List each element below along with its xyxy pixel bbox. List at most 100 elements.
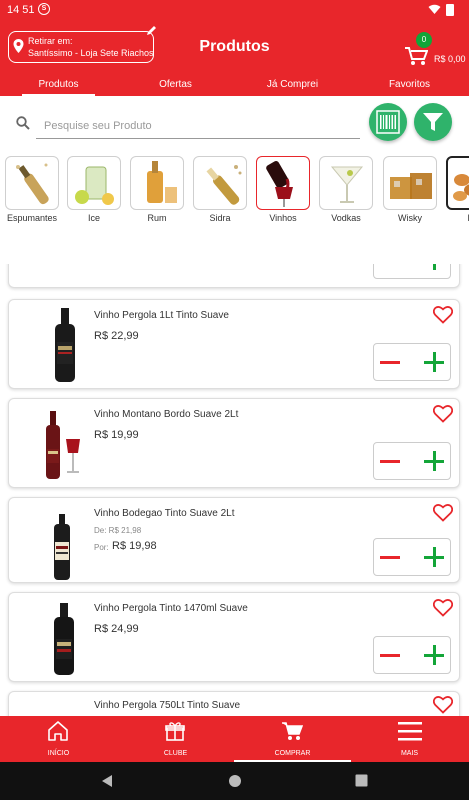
system-nav-bar [0,762,469,800]
tab-produtos[interactable]: Produtos [0,76,117,96]
pickup-location-button[interactable]: Retirar em: Santíssimo - Loja Sete Riach… [8,26,156,63]
product-image [54,603,74,675]
cart-total: R$ 0,00 [434,54,466,64]
status-bar: 14 51 S [0,0,469,20]
product-card[interactable]: Vinho Bodegao Tinto Suave 2Lt De: R$ 21,… [8,497,460,583]
quantity-stepper[interactable] [373,636,451,674]
decrease-button[interactable] [380,556,400,559]
category-image [5,156,59,210]
nav-mais[interactable]: MAIS [351,716,468,762]
category-sidra[interactable]: Sidra [192,156,248,223]
cart-count-badge: 0 [416,32,432,48]
home-icon [48,721,68,741]
category-label: Vodkas [331,213,361,223]
product-list: Vinho Pergola 1Lt Tinto Suave R$ 22,99 V… [0,264,469,716]
decrease-button[interactable] [380,361,400,364]
category-label: Pa [445,213,469,223]
tab-bar: Produtos Ofertas Já Comprei Favoritos [0,76,469,96]
recents-icon[interactable] [355,774,368,787]
quantity-stepper[interactable] [373,442,451,480]
wifi-icon [428,4,441,14]
nav-comprar[interactable]: COMPRAR [234,716,351,762]
quantity-stepper[interactable] [373,538,451,576]
product-image [46,411,80,479]
category-ice[interactable]: Ice [66,156,122,223]
product-now-label: Por: [94,543,109,552]
back-icon[interactable] [101,774,113,788]
tab-favoritos[interactable]: Favoritos [351,76,468,96]
category-image [67,156,121,210]
nav-inicio[interactable]: INÍCIO [0,716,117,762]
favorite-heart-icon[interactable] [433,696,453,714]
category-image [319,156,373,210]
category-rum[interactable]: Rum [129,156,185,223]
category-label: Sidra [209,213,231,223]
category-pa[interactable]: Pa [445,156,469,223]
category-label: Espumantes [6,213,58,223]
increase-button[interactable] [424,352,444,372]
increase-button[interactable] [424,645,444,665]
product-price: R$ 19,98 [112,540,157,552]
nav-label: INÍCIO [47,750,70,757]
product-name: Vinho Pergola Tinto 1470ml Suave [94,603,248,614]
product-image [55,308,75,382]
product-card[interactable]: Vinho Pergola 1Lt Tinto Suave R$ 22,99 [8,299,460,389]
nav-clube[interactable]: CLUBE [117,716,234,762]
favorite-heart-icon[interactable] [433,504,453,522]
product-name: Vinho Pergola 1Lt Tinto Suave [94,310,229,321]
quantity-stepper[interactable] [373,264,451,279]
battery-icon [446,4,454,16]
cart-icon[interactable] [404,46,428,66]
category-carousel: Espumantes Ice Rum Sidra Vinhos Vodkas W… [0,152,469,264]
pickup-label: Retirar em: [28,36,73,46]
product-price: R$ 22,99 [94,330,139,342]
nav-label: MAIS [400,750,419,757]
category-image [193,156,247,210]
increase-button[interactable] [424,451,444,471]
search-row [0,96,469,152]
category-label: Rum [147,213,167,223]
category-image [130,156,184,210]
product-name: Vinho Bodegao Tinto Suave 2Lt [94,508,235,519]
nav-label: COMPRAR [274,750,311,757]
product-image [54,514,70,580]
category-label: Vinhos [269,213,297,223]
status-time: 14 51 [7,4,35,16]
edit-pencil-icon [147,26,156,35]
tab-ofertas[interactable]: Ofertas [117,76,234,96]
search-input[interactable] [36,113,360,139]
filter-button[interactable] [414,103,452,141]
decrease-button[interactable] [380,460,400,463]
pickup-store: Santíssimo - Loja Sete Riachos [28,48,154,58]
product-card[interactable]: Vinho Pergola Tinto 1470ml Suave R$ 24,9… [8,592,460,682]
category-espumantes[interactable]: Espumantes [4,156,60,223]
barcode-scan-button[interactable] [369,103,407,141]
category-label: Ice [87,213,100,223]
decrease-button[interactable] [380,654,400,657]
category-vinhos[interactable]: Vinhos [255,156,311,223]
favorite-heart-icon[interactable] [433,405,453,423]
notification-icon: S [38,3,50,15]
category-image [446,156,469,210]
increase-button[interactable] [424,547,444,567]
search-icon [16,116,30,130]
app-header: Retirar em: Santíssimo - Loja Sete Riach… [0,20,469,76]
category-vodkas[interactable]: Vodkas [318,156,374,223]
product-card[interactable]: Vinho Montano Bordo Suave 2Lt R$ 19,99 [8,398,460,488]
increase-button[interactable] [424,264,444,270]
category-wisky[interactable]: Wisky [382,156,438,223]
quantity-stepper[interactable] [373,343,451,381]
tab-ja-comprei[interactable]: Já Comprei [234,76,351,96]
favorite-heart-icon[interactable] [433,599,453,617]
product-price: R$ 19,99 [94,429,139,441]
product-price: R$ 24,99 [94,623,139,635]
product-card[interactable]: Vinho Pergola 750Lt Tinto Suave [8,691,460,716]
home-circle-icon[interactable] [228,774,242,788]
favorite-heart-icon[interactable] [433,306,453,324]
gift-icon [165,722,185,741]
bottom-nav: INÍCIO CLUBE COMPRAR MAIS [0,716,469,762]
product-name: Vinho Montano Bordo Suave 2Lt [94,409,239,420]
product-old-price: De: R$ 21,98 [94,526,142,535]
filter-icon [423,113,443,131]
location-pin-icon [13,39,24,53]
